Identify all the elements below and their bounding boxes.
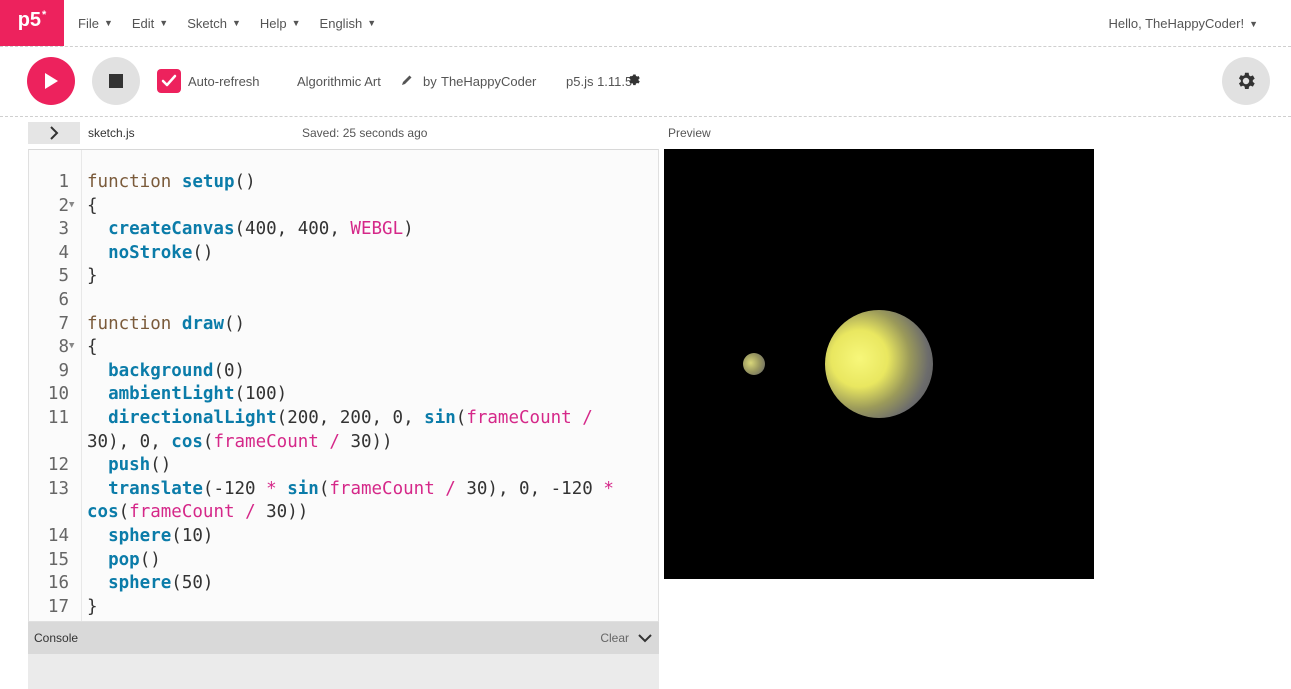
console-header: Console Clear (28, 622, 659, 654)
code-line: 14 sphere(10) (29, 525, 658, 549)
menu-edit-label: Edit (131, 15, 155, 31)
menu-edit[interactable]: Edit ▼ (132, 16, 168, 31)
menu-help-label: Help (259, 15, 287, 31)
caret-down-icon: ▼ (103, 18, 113, 28)
auto-refresh-checkbox[interactable] (157, 69, 181, 93)
console-title: Console (34, 631, 79, 645)
code-line: 13 translate(-120 * sin(frameCount / 30)… (29, 478, 658, 502)
fold-arrow-icon[interactable]: ▼ (69, 335, 74, 359)
line-number: 11 (47, 407, 69, 428)
code-line: 2 ▼{ (29, 195, 658, 219)
console-controls: Clear (600, 631, 653, 645)
toolbar-divider (0, 116, 1291, 117)
line-number: 1 (58, 172, 69, 192)
chevron-right-icon (50, 126, 59, 140)
file-name[interactable]: sketch.js (88, 126, 135, 140)
line-number: 3 (58, 219, 69, 240)
line-number: 14 (47, 525, 69, 546)
code-line: 9 background(0) (29, 360, 658, 384)
code-line: 15 pop() (29, 549, 658, 573)
code-line: 30), 0, cos(frameCount / 30)) (29, 431, 658, 455)
logo-text: p5 (17, 9, 42, 31)
code-line: 8 ▼{ (29, 336, 658, 360)
line-number: 4 (58, 242, 69, 263)
saved-status: Saved: 25 seconds ago (302, 126, 428, 140)
expand-sidebar-button[interactable] (28, 122, 80, 144)
menu-sketch-label: Sketch (187, 15, 227, 31)
line-number: 16 (47, 573, 69, 594)
line-number: 17 (47, 596, 69, 617)
preview-label: Preview (668, 126, 711, 140)
line-number: 5 (58, 266, 69, 287)
edit-title-icon[interactable] (401, 74, 413, 89)
code-line: 11 directionalLight(200, 200, 0, sin(fra… (29, 407, 658, 431)
menu-sketch[interactable]: Sketch ▼ (187, 16, 241, 31)
caret-down-icon: ▼ (291, 18, 301, 28)
caret-down-icon: ▼ (1249, 18, 1258, 29)
line-number: 9 (58, 360, 69, 381)
line-number: 13 (47, 478, 69, 499)
line-number: 8 ▼ (58, 335, 75, 359)
main-menu: File ▼ Edit ▼ Sketch ▼ Help ▼ English ▼ (78, 16, 395, 31)
checkmark-icon (161, 74, 177, 87)
code-line: 6 (29, 289, 658, 313)
line-number: 12 (47, 455, 69, 476)
menu-file-label: File (78, 15, 99, 31)
preview-canvas[interactable] (664, 149, 1094, 579)
menu-bar: p5 * File ▼ Edit ▼ Sketch ▼ Help ▼ English ▼ H… (0, 0, 1291, 46)
fold-arrow-icon[interactable]: ▼ (69, 194, 74, 218)
code-line: 7 function draw() (29, 313, 658, 337)
large-sphere (825, 310, 933, 418)
chevron-down-icon[interactable] (637, 632, 653, 644)
code-line: 5} (29, 265, 658, 289)
p5-version[interactable]: p5.js 1.11.5 (566, 74, 632, 89)
code-line: 1 function setup() (29, 171, 658, 195)
stop-icon (109, 74, 123, 88)
caret-down-icon: ▼ (367, 18, 377, 28)
clear-console-button[interactable]: Clear (600, 631, 629, 645)
code-line: 16 sphere(50) (29, 572, 658, 596)
caret-down-icon: ▼ (159, 18, 169, 28)
play-button[interactable] (27, 57, 75, 105)
logo-asterisk: * (42, 9, 47, 21)
line-number: 2 ▼ (58, 194, 75, 218)
code-line: 17} (29, 596, 658, 620)
menu-language-label: English (319, 15, 363, 31)
line-number (29, 431, 81, 455)
caret-down-icon: ▼ (231, 18, 241, 28)
menu-file[interactable]: File ▼ (78, 16, 113, 31)
settings-button[interactable] (1222, 57, 1270, 105)
p5-logo[interactable]: p5 * (0, 0, 64, 46)
line-number: 15 (47, 549, 69, 570)
console-output (28, 654, 659, 689)
author-link[interactable]: TheHappyCoder (441, 74, 536, 89)
code-line: 4 noStroke() (29, 242, 658, 266)
menu-language[interactable]: English ▼ (320, 16, 377, 31)
line-number (29, 501, 81, 525)
code-editor[interactable]: 1 function setup() 2 ▼{ 3 createCanvas(400… (28, 149, 659, 622)
code-line: 10 ambientLight(100) (29, 383, 658, 407)
gear-icon[interactable] (627, 73, 641, 90)
menu-divider (0, 46, 1291, 47)
code-line: cos(frameCount / 30)) (29, 501, 658, 525)
user-menu[interactable]: Hello, TheHappyCoder! ▼ (1108, 16, 1258, 31)
play-icon (45, 73, 58, 89)
sketch-render (743, 310, 933, 418)
line-number: 7 (58, 313, 69, 334)
auto-refresh-label: Auto-refresh (188, 74, 260, 89)
line-number: 10 (47, 384, 69, 405)
small-sphere (743, 353, 765, 375)
user-greeting: Hello, TheHappyCoder! (1108, 16, 1245, 31)
by-label: by (423, 74, 437, 89)
code-line: 3 createCanvas(400, 400, WEBGL) (29, 218, 658, 242)
menu-help[interactable]: Help ▼ (260, 16, 301, 31)
line-number: 6 (58, 289, 69, 310)
toolbar: Auto-refresh Algorithmic Art by TheHappy… (0, 48, 1291, 114)
code-line: 12 push() (29, 454, 658, 478)
settings-gear-icon (1238, 72, 1255, 89)
stop-button[interactable] (92, 57, 140, 105)
code-lines: 1 function setup() 2 ▼{ 3 createCanvas(400… (29, 171, 658, 619)
sketch-title[interactable]: Algorithmic Art (297, 74, 381, 89)
